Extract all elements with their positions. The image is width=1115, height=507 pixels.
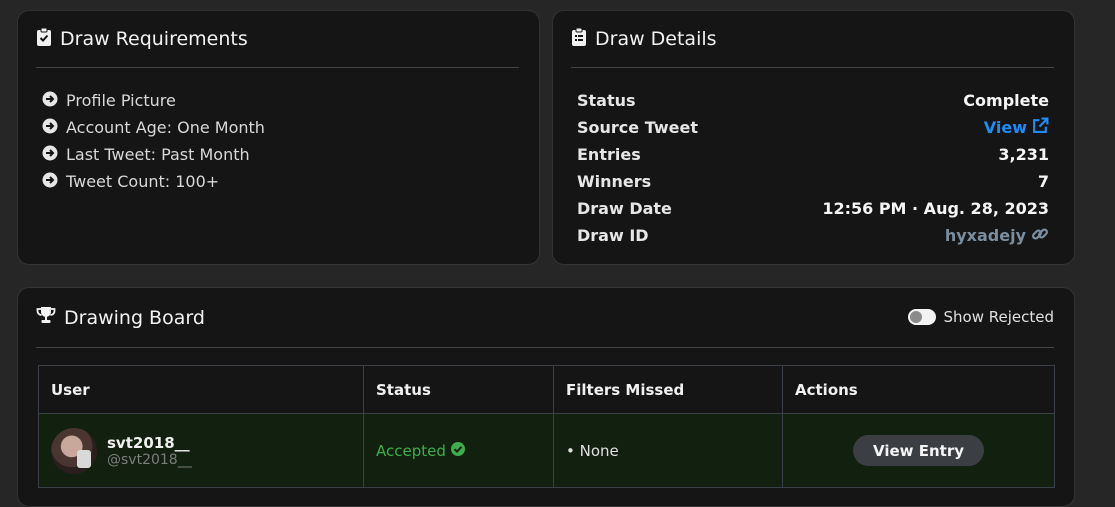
view-entry-button[interactable]: View Entry	[853, 435, 984, 466]
toggle-switch[interactable]	[907, 309, 936, 325]
source-tweet-link[interactable]: View	[984, 117, 1049, 138]
clipboard-check-icon	[36, 27, 52, 52]
list-item: Account Age: One Month	[42, 114, 265, 141]
detail-key: Draw Date	[577, 199, 672, 218]
status-badge: Accepted	[376, 441, 541, 460]
clipboard-list-icon	[571, 27, 587, 52]
show-rejected-toggle[interactable]: Show Rejected	[907, 308, 1055, 326]
status-cell: Accepted	[363, 413, 554, 488]
detail-value: 3,231	[998, 145, 1049, 164]
trophy-icon	[36, 306, 56, 329]
detail-row-status: Status Complete	[577, 87, 1049, 114]
detail-value: 7	[1037, 172, 1049, 191]
avatar	[51, 427, 97, 474]
requirement-label: Tweet Count: 100+	[66, 172, 220, 191]
arrow-circle-right-icon	[42, 118, 58, 138]
user-name: svt2018__	[107, 433, 190, 452]
table-row: svt2018__ @svt2018__ Accepted • None Vie…	[38, 413, 1055, 488]
detail-key: Source Tweet	[577, 118, 698, 137]
link-label: View	[983, 118, 1027, 137]
list-item: Profile Picture	[42, 87, 265, 114]
drawing-board-card: Drawing Board Show Rejected User Status …	[17, 287, 1075, 507]
draw-id-link[interactable]: hyxadejy	[945, 225, 1049, 247]
actions-cell: View Entry	[782, 413, 1055, 488]
column-header-status: Status	[363, 365, 554, 414]
table-header-row: User Status Filters Missed Actions	[38, 365, 1055, 414]
detail-value: 12:56 PM · Aug. 28, 2023	[822, 199, 1049, 218]
filters-missed-cell: • None	[553, 413, 783, 488]
draw-id-value: hyxadejy	[944, 226, 1026, 245]
drawing-board-header: Drawing Board	[36, 288, 1054, 348]
card-title: Draw Requirements	[60, 28, 248, 50]
toggle-knob	[909, 311, 922, 323]
list-item: Last Tweet: Past Month	[42, 141, 265, 168]
external-link-icon	[1032, 117, 1049, 138]
column-header-filters-missed: Filters Missed	[553, 365, 783, 414]
requirement-label: Profile Picture	[66, 91, 176, 110]
draw-requirements-card: Draw Requirements Profile Picture Accoun…	[17, 10, 540, 265]
arrow-circle-right-icon	[42, 145, 58, 165]
user-handle: @svt2018__	[107, 451, 192, 468]
user-cell: svt2018__ @svt2018__	[38, 413, 364, 488]
arrow-circle-right-icon	[42, 91, 58, 111]
detail-row-entries: Entries 3,231	[577, 141, 1049, 168]
detail-value: Complete	[963, 91, 1049, 110]
detail-row-winners: Winners 7	[577, 168, 1049, 195]
list-item: Tweet Count: 100+	[42, 168, 265, 195]
entries-table: User Status Filters Missed Actions svt20…	[38, 365, 1055, 488]
card-title: Drawing Board	[64, 306, 205, 329]
column-header-user: User	[38, 365, 364, 414]
detail-key: Draw ID	[577, 226, 649, 245]
draw-details-card: Draw Details Status Complete Source Twee…	[552, 10, 1075, 265]
detail-row-source-tweet: Source Tweet View	[577, 114, 1049, 141]
arrow-circle-right-icon	[42, 172, 58, 192]
detail-key: Winners	[577, 172, 652, 191]
link-icon	[1031, 225, 1049, 247]
status-label: Accepted	[376, 441, 446, 460]
toggle-label: Show Rejected	[943, 308, 1055, 326]
detail-key: Status	[577, 91, 636, 110]
column-header-actions: Actions	[782, 365, 1055, 414]
draw-details-header: Draw Details	[571, 11, 1054, 68]
detail-row-draw-id: Draw ID hyxadejy	[577, 222, 1049, 249]
check-circle-icon	[450, 441, 465, 460]
detail-row-draw-date: Draw Date 12:56 PM · Aug. 28, 2023	[577, 195, 1049, 222]
requirement-label: Last Tweet: Past Month	[66, 145, 250, 164]
detail-key: Entries	[577, 145, 641, 164]
draw-requirements-header: Draw Requirements	[36, 11, 519, 68]
card-title: Draw Details	[595, 28, 717, 50]
details-list: Status Complete Source Tweet View Entrie…	[577, 87, 1049, 249]
requirements-list: Profile Picture Account Age: One Month L…	[42, 87, 265, 195]
requirement-label: Account Age: One Month	[66, 118, 265, 137]
